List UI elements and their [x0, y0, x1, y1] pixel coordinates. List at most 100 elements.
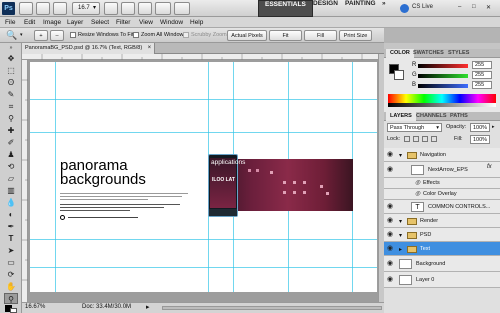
lock-all-icon[interactable] [431, 136, 437, 142]
crop-tool-icon[interactable]: ⌗ [4, 101, 18, 112]
status-zoom[interactable]: 16.67% [25, 304, 45, 310]
chevron-down-icon[interactable]: ▾ [20, 32, 23, 38]
red-value-field[interactable]: 255 [472, 61, 492, 69]
fit-screen-button[interactable]: Fit Screen [269, 30, 302, 49]
layer-row[interactable]: ◎ Effects [384, 178, 500, 189]
brush-tool-icon[interactable]: ✐ [4, 137, 18, 148]
blur-tool-icon[interactable]: 💧 [4, 197, 18, 208]
status-menu-arrow-icon[interactable]: ▸ [146, 303, 150, 311]
zoom-in-button[interactable]: + [34, 30, 48, 41]
type-tool-icon[interactable]: T [4, 233, 18, 244]
move-tool-icon[interactable]: ✥ [4, 53, 18, 64]
lock-transparency-icon[interactable] [404, 136, 410, 142]
gradient-tool-icon[interactable]: ▥ [4, 185, 18, 196]
launch-bridge-button[interactable] [19, 2, 33, 15]
layer-row[interactable]: ◉ Background [384, 256, 500, 272]
document-canvas[interactable]: panorama backgrounds applications ILOO L… [30, 62, 377, 292]
layer-row[interactable]: ◉ T COMMON CONTROLS... [384, 200, 500, 214]
maximize-icon[interactable]: □ [472, 4, 476, 10]
visibility-eye-icon[interactable]: ◉ [387, 231, 396, 239]
hand-tool-icon[interactable]: ✋ [4, 281, 18, 292]
visibility-eye-icon[interactable]: ◉ [387, 203, 396, 211]
layer-row[interactable]: ◉ NextArrow_EPS fx [384, 162, 500, 178]
pen-tool-icon[interactable]: ✒ [4, 221, 18, 232]
collapse-toolbox-icon[interactable]: » [4, 45, 18, 51]
menu-select[interactable]: Select [91, 17, 109, 28]
quick-select-tool-icon[interactable]: ✎ [4, 89, 18, 100]
tab-styles[interactable]: STYLES [444, 49, 473, 58]
layer-row[interactable]: ◎ Color Overlay [384, 189, 500, 200]
more-workspaces-button[interactable]: » [376, 0, 392, 17]
layer-row[interactable]: ◉ ▾ Navigation [384, 148, 500, 162]
view-extras-button[interactable] [53, 2, 67, 15]
expand-group-icon[interactable]: ▾ [399, 152, 402, 159]
green-value-field[interactable]: 255 [472, 71, 492, 79]
zoom-all-windows-checkbox[interactable] [133, 32, 139, 38]
visibility-eye-icon[interactable] [387, 191, 396, 199]
menu-image[interactable]: Image [43, 17, 61, 28]
workspace-essentials[interactable]: ESSENTIALS [258, 0, 313, 17]
visibility-eye-icon[interactable]: ◉ [387, 260, 396, 268]
horizontal-scrollbar[interactable] [162, 306, 382, 310]
layer-row[interactable]: ◉ Layer 0 [384, 272, 500, 288]
resize-windows-checkbox[interactable] [70, 32, 76, 38]
blend-mode-dropdown[interactable]: Pass Through ▾ [387, 123, 442, 132]
expand-group-icon[interactable]: ▸ [399, 246, 402, 253]
visibility-eye-icon[interactable] [387, 180, 396, 188]
rotate-view-button[interactable] [138, 2, 152, 15]
document-tab[interactable]: PanoramaBG_PSD.psd @ 16.7% (Text, RGB/8)… [22, 43, 156, 54]
close-document-icon[interactable]: × [148, 43, 152, 54]
background-color-swatch[interactable] [10, 308, 17, 313]
red-slider[interactable] [418, 64, 468, 68]
zoom-tool-icon[interactable]: ⚲ [4, 293, 18, 304]
3d-rotate-tool-icon[interactable]: ⟳ [4, 269, 18, 280]
visibility-eye-icon[interactable]: ◉ [387, 276, 396, 284]
actual-pixels-button[interactable]: Actual Pixels [227, 30, 267, 41]
visibility-eye-icon[interactable]: ◉ [387, 166, 396, 174]
history-brush-tool-icon[interactable]: ⟲ [4, 161, 18, 172]
blue-value-field[interactable]: 255 [472, 81, 492, 89]
canvas-workspace[interactable]: panorama backgrounds applications ILOO L… [22, 54, 384, 302]
chevron-right-icon[interactable]: ▸ [492, 124, 495, 130]
menu-edit[interactable]: Edit [24, 17, 35, 28]
opacity-field[interactable]: 100% [470, 123, 490, 132]
layer-fx-badge[interactable]: fx [487, 164, 492, 170]
path-selection-tool-icon[interactable]: ➤ [4, 245, 18, 256]
scrubby-zoom-checkbox[interactable] [183, 32, 189, 38]
fill-field[interactable]: 100% [470, 135, 490, 144]
minimize-icon[interactable]: – [458, 4, 461, 10]
lock-position-icon[interactable] [422, 136, 428, 142]
close-icon[interactable]: ✕ [486, 4, 491, 11]
visibility-eye-icon[interactable]: ◉ [387, 217, 396, 225]
tab-channels[interactable]: CHANNELS [412, 112, 451, 121]
background-color-chip[interactable] [394, 70, 404, 80]
zoom-tool-icon[interactable]: 🔍 [6, 30, 17, 41]
eyedropper-tool-icon[interactable]: ⚲ [4, 113, 18, 124]
green-slider[interactable] [418, 74, 468, 78]
visibility-eye-icon[interactable]: ◉ [387, 151, 396, 159]
expand-group-icon[interactable]: ▾ [399, 218, 402, 225]
menu-help[interactable]: Help [190, 17, 203, 28]
dodge-tool-icon[interactable]: ◐ [4, 209, 18, 220]
layer-row[interactable]: ◉ ▾ PSD [384, 228, 500, 242]
print-size-button[interactable]: Print Size [339, 30, 372, 41]
screen-mode-button[interactable] [174, 2, 190, 15]
tab-paths[interactable]: PATHS [446, 112, 472, 121]
grayscale-ramp[interactable] [388, 103, 496, 107]
tab-swatches[interactable]: SWATCHES [409, 49, 448, 58]
lasso-tool-icon[interactable]: ʘ [4, 77, 18, 88]
eraser-tool-icon[interactable]: ▱ [4, 173, 18, 184]
menu-layer[interactable]: Layer [67, 17, 83, 28]
layer-row[interactable]: ◉ ▾ Render [384, 214, 500, 228]
shape-tool-icon[interactable]: ▭ [4, 257, 18, 268]
launch-mini-bridge-button[interactable] [36, 2, 50, 15]
arrange-documents-button[interactable] [155, 2, 171, 15]
menu-view[interactable]: View [139, 17, 153, 28]
fill-screen-button[interactable]: Fill Screen [304, 30, 337, 49]
cs-live-label[interactable]: CS Live [412, 4, 433, 10]
blue-slider[interactable] [418, 84, 468, 88]
zoom-tool-button[interactable] [121, 2, 135, 15]
hand-tool-button[interactable] [104, 2, 118, 15]
expand-group-icon[interactable]: ▾ [399, 232, 402, 239]
layer-row[interactable]: ◉ ▸ Text [384, 242, 500, 256]
